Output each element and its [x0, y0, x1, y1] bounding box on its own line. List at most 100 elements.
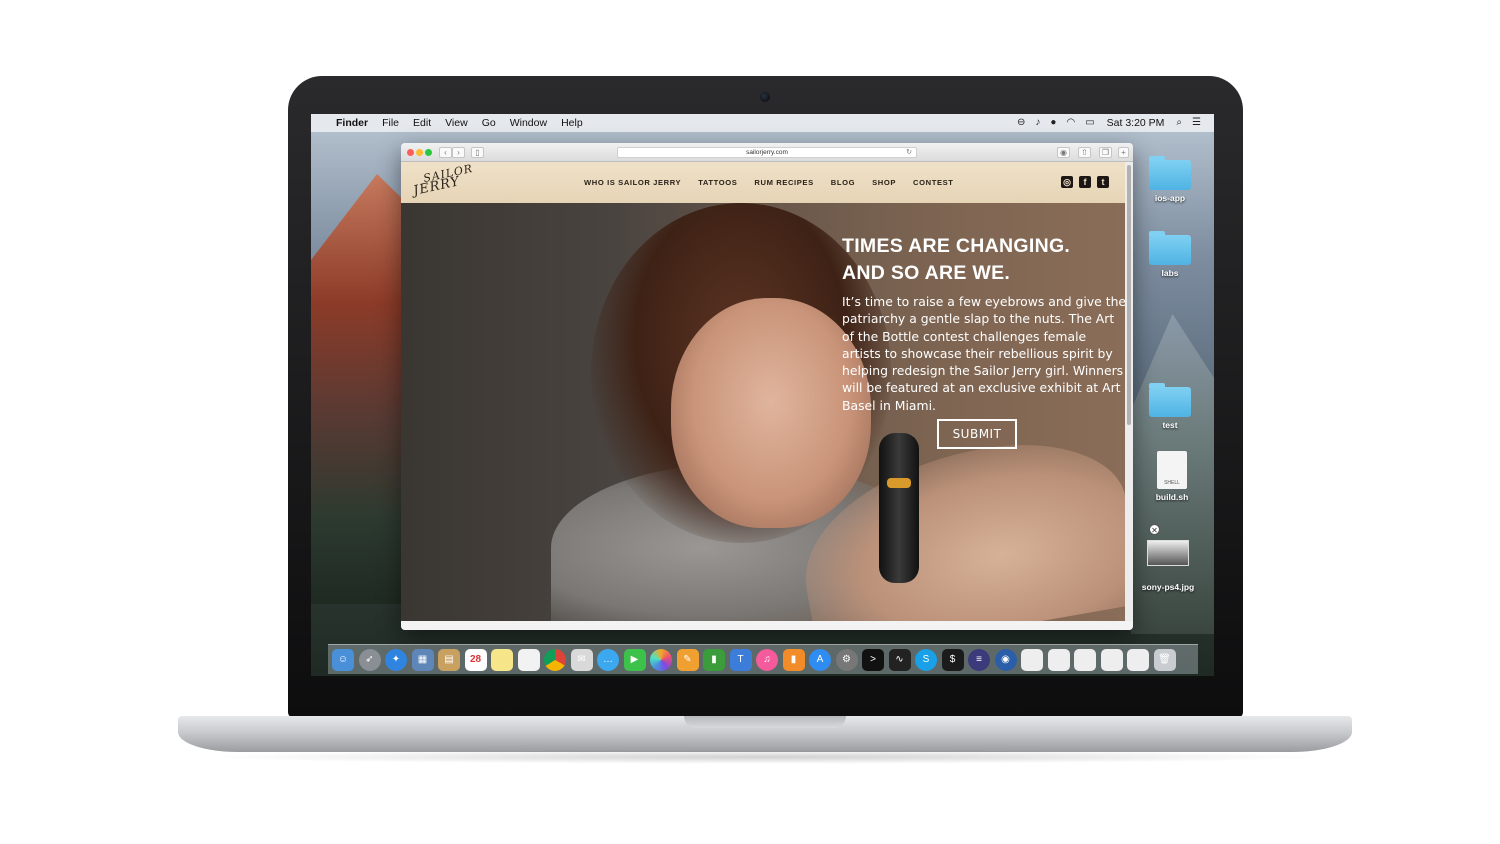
spotlight-search-icon[interactable]: ⌕ [1171, 114, 1187, 132]
browser-toolbar: ‹ › ▯ sailorjerry.com ↻ ◉ ⇧ ❐ + [401, 143, 1133, 162]
trash-icon[interactable]: 🗑 [1153, 648, 1176, 671]
menu-edit[interactable]: Edit [406, 114, 438, 132]
system-preferences-icon[interactable]: ⚙ [835, 648, 858, 671]
address-bar[interactable]: sailorjerry.com ↻ [617, 147, 917, 158]
menu-go[interactable]: Go [475, 114, 503, 132]
file-type-badge: SHELL [1164, 480, 1180, 486]
menu-clock[interactable]: Sat 3:20 PM [1100, 114, 1172, 132]
maximize-window-button[interactable] [425, 149, 432, 156]
instagram-icon[interactable]: ◎ [1061, 176, 1073, 188]
site-nav: WHO IS SAILOR JERRY TATTOOS RUM RECIPES … [584, 162, 971, 203]
new-tab-icon[interactable]: + [1118, 147, 1129, 158]
safari-icon[interactable]: ✦ [385, 648, 407, 671]
twitter-icon[interactable]: t [1097, 176, 1109, 188]
desktop-item-label: sony-ps4.jpg [1141, 582, 1195, 592]
desktop-file-build-sh[interactable]: SHELL build.sh [1137, 451, 1207, 502]
textedit-icon[interactable] [517, 648, 540, 671]
itunes-icon[interactable]: ♫ [756, 648, 778, 671]
forward-icon[interactable]: › [452, 147, 465, 158]
facebook-icon[interactable]: f [1079, 176, 1091, 188]
folder-icon [1149, 383, 1191, 417]
wifi-icon[interactable]: ◠ [1061, 114, 1080, 132]
menu-app-name[interactable]: Finder [329, 114, 375, 132]
stickies-icon[interactable] [491, 648, 513, 671]
minimize-window-button[interactable] [416, 149, 423, 156]
nav-tattoos[interactable]: TATTOOS [698, 178, 737, 187]
menu-window[interactable]: Window [503, 114, 554, 132]
window-thumb-4[interactable] [1100, 648, 1123, 671]
reload-icon[interactable]: ↻ [906, 148, 912, 158]
notification-center-icon[interactable]: ☰ [1187, 114, 1206, 132]
share-icon[interactable]: ⇧ [1078, 147, 1091, 158]
nav-blog[interactable]: BLOG [831, 178, 855, 187]
hero-title: TIMES ARE CHANGING. AND SO ARE WE. [842, 233, 1125, 287]
menu-help[interactable]: Help [554, 114, 590, 132]
app-store-icon[interactable]: A [809, 648, 831, 671]
nav-who-is-sailor-jerry[interactable]: WHO IS SAILOR JERRY [584, 178, 681, 187]
social-links: ◎ f t [1055, 176, 1109, 188]
close-window-button[interactable] [407, 149, 414, 156]
notification-bell-icon[interactable]: ♪ [1030, 114, 1045, 132]
notes-icon[interactable]: ▤ [438, 648, 460, 671]
tattoo-machine-ring [887, 478, 911, 488]
desktop-folder-ios-app[interactable]: ios-app [1135, 156, 1205, 203]
eclipse-icon[interactable]: ≡ [968, 648, 990, 671]
image-thumbnail-icon [1147, 540, 1189, 566]
tabs-icon[interactable]: ❐ [1099, 147, 1112, 158]
sidebar-icon[interactable]: ▯ [471, 147, 484, 158]
site-header: SAILOR JERRY WHO IS SAILOR JERRY TATTOOS… [401, 162, 1125, 203]
tattoo-machine-image [879, 433, 919, 583]
back-icon[interactable]: ‹ [439, 147, 452, 158]
ghost-icon[interactable]: ● [1045, 114, 1061, 132]
window-thumb-3[interactable] [1074, 648, 1096, 671]
sailor-jerry-logo[interactable]: SAILOR JERRY [409, 162, 474, 201]
window-thumb-1[interactable] [1021, 648, 1043, 671]
window-thumb-2[interactable] [1047, 648, 1070, 671]
skype-icon[interactable]: S [915, 648, 937, 671]
menu-extras: ⊖ ♪ ● ◠ ▭ Sat 3:20 PM ⌕ ☰ [1012, 114, 1214, 132]
desktop-item-label: build.sh [1155, 492, 1189, 502]
window-thumb-5[interactable] [1127, 648, 1149, 671]
console-icon[interactable]: $ [941, 648, 964, 671]
launchpad-icon[interactable]: ➶ [358, 648, 381, 671]
photos-icon[interactable] [650, 648, 672, 671]
submit-button[interactable]: SUBMIT [937, 419, 1017, 449]
preview-icon[interactable]: ▦ [411, 648, 434, 671]
hero-banner: TIMES ARE CHANGING. AND SO ARE WE. It’s … [401, 203, 1125, 621]
facetime-icon[interactable]: ▶ [623, 648, 646, 671]
menu-file[interactable]: File [375, 114, 406, 132]
hero-copy: TIMES ARE CHANGING. AND SO ARE WE. It’s … [842, 233, 1125, 414]
dock: ☺ ➶ ✦ ▦ ▤ 28 ✉ … ▶ ✎ ▮ T ♫ ▮ A ⚙ > ∿ S $… [328, 644, 1198, 674]
activity-monitor-icon[interactable]: ∿ [888, 648, 911, 671]
chrome-icon[interactable] [544, 648, 566, 671]
firefox-icon[interactable]: ◉ [994, 648, 1017, 671]
nav-rum-recipes[interactable]: RUM RECIPES [754, 178, 813, 187]
page-scrollbar[interactable] [1127, 165, 1131, 425]
keynote-icon[interactable]: T [729, 648, 752, 671]
finder-icon[interactable]: ☺ [332, 648, 354, 671]
download-icon[interactable]: ◉ [1057, 147, 1070, 158]
remove-badge-icon[interactable]: ✕ [1149, 524, 1160, 535]
camera-icon [760, 92, 770, 102]
laptop-base [178, 716, 1352, 752]
url-text: sailorjerry.com [746, 149, 788, 156]
menu-view[interactable]: View [438, 114, 475, 132]
ibooks-icon[interactable]: ▮ [782, 648, 805, 671]
desktop-item-label: ios-app [1154, 193, 1186, 203]
mail-icon[interactable]: ✉ [570, 648, 593, 671]
folder-icon [1149, 156, 1191, 190]
desktop-folder-test[interactable]: test [1135, 383, 1205, 430]
nav-contest[interactable]: CONTEST [913, 178, 953, 187]
pages-icon[interactable]: ✎ [676, 648, 699, 671]
messages-icon[interactable]: … [597, 648, 619, 671]
laptop-notch [684, 716, 846, 728]
desktop-file-sony-ps4[interactable]: sony-ps4.jpg [1133, 540, 1203, 592]
desktop-folder-labs[interactable]: labs [1135, 231, 1205, 278]
calendar-icon[interactable]: 28 [464, 648, 487, 671]
screen-share-icon[interactable]: ⊖ [1012, 114, 1030, 132]
terminal-icon[interactable]: > [862, 648, 884, 671]
battery-icon[interactable]: ▭ [1080, 114, 1099, 132]
hero-body: It’s time to raise a few eyebrows and gi… [842, 294, 1125, 413]
nav-shop[interactable]: SHOP [872, 178, 896, 187]
numbers-icon[interactable]: ▮ [703, 648, 725, 671]
